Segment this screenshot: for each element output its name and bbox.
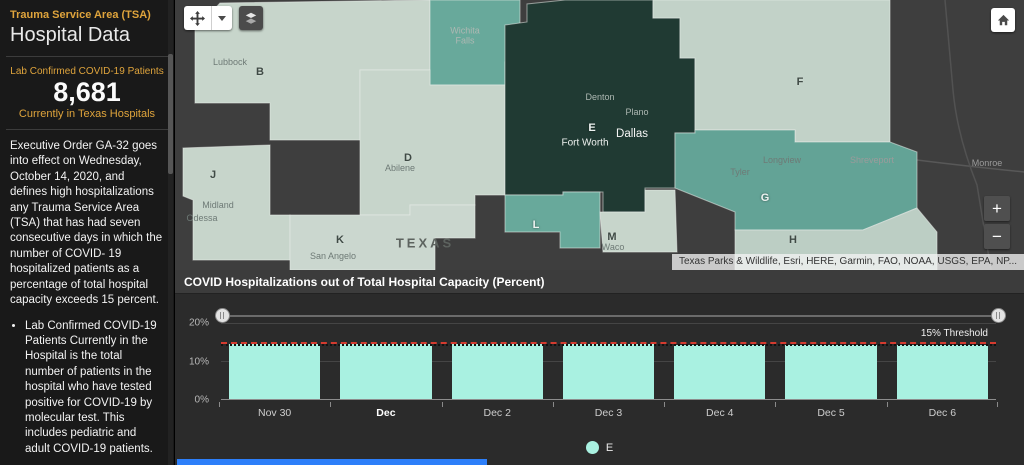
hospitalizations-chart-panel: COVID Hospitalizations out of Total Hosp… (175, 270, 1024, 465)
sidebar: Trauma Service Area (TSA) Hospital Data … (0, 0, 175, 465)
x-tick-label-Nov 30: Nov 30 (229, 402, 320, 419)
definition-list: Lab Confirmed COVID-19 Patients Currentl… (25, 319, 164, 458)
executive-order-paragraph: Executive Order GA-32 goes into effect o… (10, 139, 164, 308)
bar-cell (785, 323, 876, 399)
bar-cell (563, 323, 654, 399)
bar-Nov 30[interactable] (229, 344, 320, 399)
time-slider-right-handle[interactable] (991, 308, 1006, 323)
bar-Dec[interactable] (340, 344, 431, 399)
stat-label-top: Lab Confirmed COVID-19 Patients (10, 66, 164, 77)
stat-value: 8,681 (10, 77, 164, 108)
page-title: Hospital Data (10, 24, 164, 47)
divider (6, 56, 168, 57)
legend-label: E (606, 442, 613, 454)
bar-cell (229, 323, 320, 399)
chart-x-axis: Nov 30 Dec Dec 2 Dec 3 Dec 4 Dec 5 Dec 6 (221, 402, 996, 419)
legend-item-E[interactable]: E (586, 441, 613, 454)
zoom-controls: + − (984, 196, 1010, 249)
layers-widget-button[interactable] (239, 6, 263, 30)
time-slider-left-handle[interactable] (215, 308, 230, 323)
y-tick-label: 0% (195, 395, 209, 406)
chart-y-axis: 0%10%20% (175, 323, 215, 400)
threshold-line (221, 342, 996, 344)
y-tick-label: 20% (189, 318, 209, 329)
map-attribution: Texas Parks & Wildlife, Esri, HERE, Garm… (672, 254, 1024, 270)
bar-Dec 6[interactable] (897, 345, 988, 399)
chart-title: COVID Hospitalizations out of Total Hosp… (175, 270, 1024, 294)
bar-Dec 2[interactable] (452, 344, 543, 399)
threshold-label: 15% Threshold (921, 328, 988, 339)
bar-top-dotted-line (221, 344, 996, 346)
tsa-map[interactable]: TEXAS BDEFGHJKLMLubbockWichita FallsDent… (175, 0, 1024, 270)
definition-item: Lab Confirmed COVID-19 Patients Currentl… (25, 319, 164, 458)
time-slider-track[interactable] (215, 315, 1006, 317)
layers-icon (244, 11, 258, 25)
dashboard: Trauma Service Area (TSA) Hospital Data … (0, 0, 1024, 465)
map-toolbar (184, 6, 263, 30)
bar-Dec 3[interactable] (563, 344, 654, 399)
bar-cell (674, 323, 765, 399)
chart-body: 0%10%20% 15% Threshold Nov 30DecDec 2Dec… (175, 294, 1024, 465)
sidebar-scrollbar-thumb[interactable] (168, 54, 173, 174)
pan-tool-button[interactable] (184, 6, 211, 30)
zoom-in-button[interactable]: + (984, 196, 1010, 221)
pan-tool-group (184, 6, 232, 30)
bar-cell (452, 323, 543, 399)
legend-dot (586, 441, 599, 454)
sidebar-scrollbar-track[interactable] (168, 0, 173, 465)
x-tick-label-Dec 4: Dec 4 (674, 402, 765, 419)
chart-bars (221, 323, 996, 399)
bar-Dec 5[interactable] (785, 345, 876, 399)
map-basemap (175, 0, 1024, 270)
x-tick-label-Dec 6: Dec 6 (897, 402, 988, 419)
home-icon (996, 13, 1011, 28)
main-panel: TEXAS BDEFGHJKLMLubbockWichita FallsDent… (175, 0, 1024, 465)
region-D[interactable] (360, 70, 505, 215)
chart-legend: E (175, 441, 1024, 454)
tool-dropdown-button[interactable] (212, 6, 232, 30)
divider (6, 129, 168, 130)
bar-Dec 4[interactable] (674, 345, 765, 399)
horizontal-scrollbar[interactable] (177, 459, 487, 465)
x-tick-label-Dec 2: Dec 2 (452, 402, 543, 419)
sidebar-kicker: Trauma Service Area (TSA) (10, 9, 164, 21)
x-tick-label-Dec 5: Dec 5 (785, 402, 876, 419)
move-arrows-icon (190, 11, 205, 26)
chart-plot-area: 15% Threshold (221, 323, 996, 400)
stat-label-bottom: Currently in Texas Hospitals (10, 108, 164, 120)
covid-patients-stat: Lab Confirmed COVID-19 Patients 8,681 Cu… (10, 66, 164, 120)
x-tick-label-Dec: Dec (340, 402, 431, 419)
region-E[interactable] (505, 0, 695, 212)
y-tick-label: 10% (189, 356, 209, 367)
chevron-down-icon (218, 16, 226, 21)
x-tick-label-Dec 3: Dec 3 (563, 402, 654, 419)
home-button[interactable] (991, 8, 1015, 32)
bar-cell (340, 323, 431, 399)
zoom-out-button[interactable]: − (984, 224, 1010, 249)
